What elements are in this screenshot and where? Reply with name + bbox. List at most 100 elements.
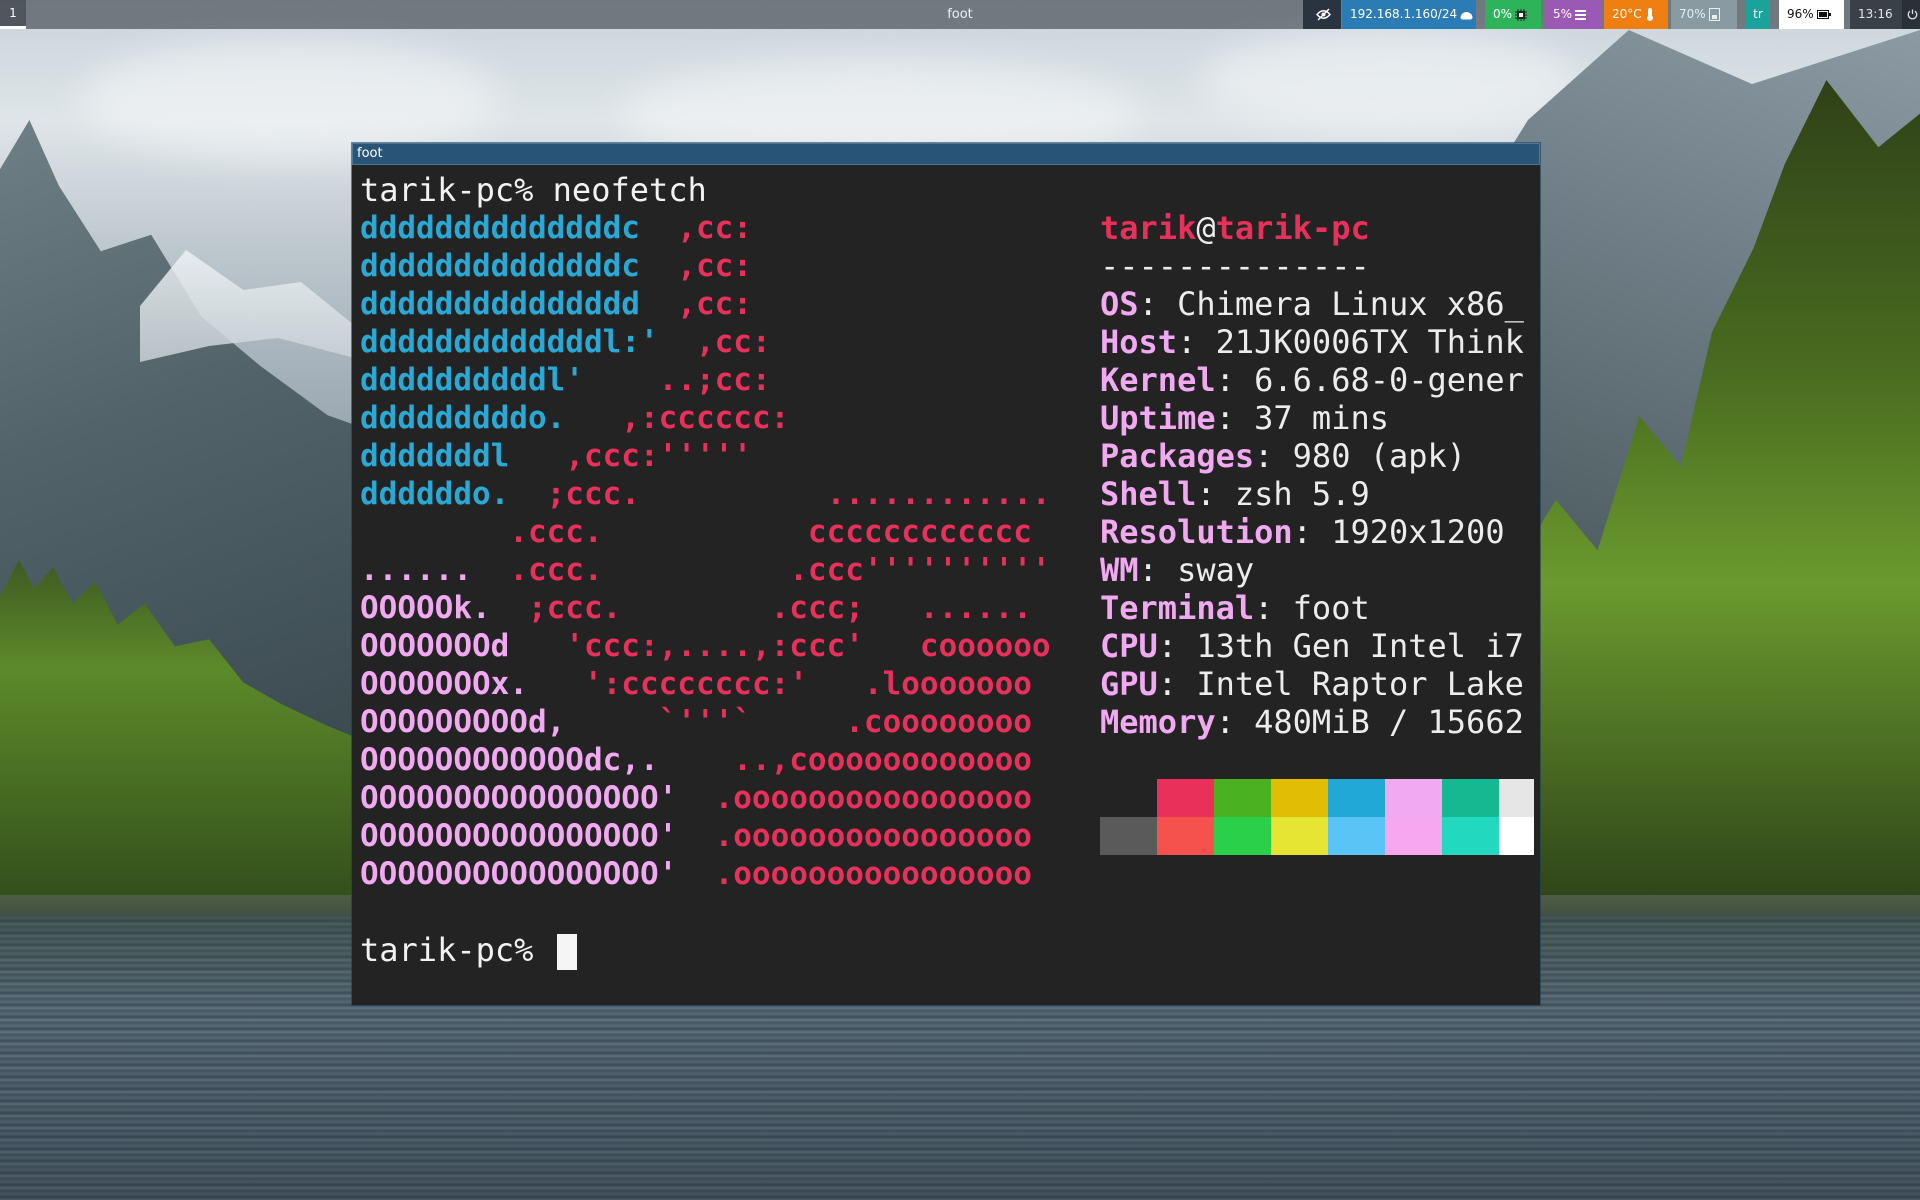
logo-segment: dddddddddddddl:': [360, 324, 696, 360]
keyboard-layout[interactable]: tr: [1746, 0, 1770, 29]
color-swatch: [1385, 779, 1442, 817]
logo-segment: OOOOOOOOOd,: [360, 704, 659, 740]
logo-line: .ccc. cccccccccccc: [360, 513, 1032, 551]
info-row: Uptime: 37 mins: [1100, 399, 1389, 437]
info-value: : Chimera Linux x86_: [1138, 285, 1524, 323]
info-user: tarik: [1100, 209, 1197, 247]
info-value: : 6.6.68-0-gener: [1215, 361, 1524, 399]
window-title: foot: [357, 146, 383, 161]
info-value: : foot: [1254, 589, 1370, 627]
info-row: Memory: 480MiB / 15662: [1100, 703, 1524, 741]
color-swatch: [1442, 817, 1499, 855]
color-swatch: [1385, 817, 1442, 855]
info-row: OS: Chimera Linux x86_: [1100, 285, 1524, 323]
color-swatch: [1214, 779, 1271, 817]
logo-segment: .oooooooooooooooo: [714, 856, 1032, 892]
logo-line: OOOOOOOd 'ccc:,....,:ccc' coooooo: [360, 627, 1051, 665]
logo-segment: ddddddddddddddd: [360, 286, 678, 322]
prompt-text: tarik-pc%: [360, 931, 553, 969]
privacy-indicator[interactable]: [1303, 0, 1341, 29]
memory-icon: [1572, 7, 1587, 21]
logo-line: dddddddddddddl:' ,cc:: [360, 323, 771, 361]
backlight-value: 70%: [1679, 7, 1706, 21]
logo-segment: ;ccc. ............: [546, 476, 1051, 512]
logo-line: ddddddddddddddc ,cc:: [360, 247, 752, 285]
logo-line: ddddddddddddddd ,cc:: [360, 285, 752, 323]
logo-segment: dddddddl: [360, 438, 566, 474]
power-icon: [1904, 7, 1918, 21]
logo-line: ...... .ccc. .ccc'''''''''': [360, 551, 1051, 589]
logo-line: ddddddddddddddc ,cc:: [360, 209, 752, 247]
terminal-window[interactable]: foot tarik-pc% neofetch ddddddddddddddc …: [352, 143, 1540, 1005]
logo-line: OOOOOOOOOOOOOOOO' .oooooooooooooooo: [360, 779, 1032, 817]
info-row: Terminal: foot: [1100, 589, 1370, 627]
clock[interactable]: 13:16: [1850, 0, 1902, 29]
logo-line: dddddddl ,ccc:''''': [360, 437, 752, 475]
prompt-line[interactable]: tarik-pc%: [360, 931, 577, 970]
color-swatch: [1499, 779, 1534, 817]
user-host-line: tarik@tarik-pc: [1100, 209, 1370, 247]
battery-module[interactable]: 96%: [1779, 0, 1844, 29]
logo-line: OOOOOOOOOd, `'''` .coooooooo: [360, 703, 1032, 741]
info-key: Resolution: [1100, 513, 1293, 551]
info-value: : sway: [1138, 551, 1255, 589]
network-module[interactable]: 192.168.1.160/24: [1342, 0, 1476, 29]
logo-line: ddddddo. ;ccc. ............: [360, 475, 1051, 513]
color-swatch: [1214, 817, 1271, 855]
info-host: tarik-pc: [1215, 209, 1370, 247]
backlight-icon: [1706, 7, 1720, 21]
logo-segment: .oooooooooooooooo: [714, 818, 1032, 854]
color-swatch: [1442, 779, 1499, 817]
info-key: GPU: [1100, 665, 1158, 703]
color-swatch: [1271, 817, 1328, 855]
logo-segment: ,cc:: [677, 248, 752, 284]
logo-segment: `'''` .coooooooo: [658, 704, 1032, 740]
network-icon: [1457, 7, 1473, 21]
logo-line: dddddddddo. ,:cccccc:: [360, 399, 789, 437]
color-swatch: [1157, 817, 1214, 855]
info-key: Memory: [1100, 703, 1216, 741]
logo-segment: ,cc:: [677, 286, 752, 322]
logo-segment: ,:cccccc:: [621, 400, 790, 436]
info-key: Kernel: [1100, 361, 1216, 399]
info-key: Host: [1100, 323, 1178, 361]
logo-segment: ,ccc:''''': [565, 438, 752, 474]
cpu-module[interactable]: 0%: [1485, 0, 1541, 29]
info-key: CPU: [1100, 627, 1158, 665]
battery-icon: [1814, 7, 1831, 21]
info-key: Terminal: [1100, 589, 1255, 627]
info-value: : 1920x1200: [1292, 513, 1505, 551]
window-titlebar[interactable]: foot: [352, 143, 1540, 165]
workspace-button[interactable]: 1: [0, 0, 26, 29]
logo-line: OOOOOOOOOOOOdc,. ..,coooooooooooo: [360, 741, 1032, 779]
eye-off-icon: [1313, 7, 1331, 21]
info-row: Kernel: 6.6.68-0-gener: [1100, 361, 1524, 399]
wallpaper-cloud: [80, 40, 500, 160]
info-row: CPU: 13th Gen Intel i7: [1100, 627, 1524, 665]
temperature-value: 20°C: [1612, 7, 1642, 21]
logo-segment: ;ccc. .ccc; ......: [527, 590, 1032, 626]
logo-line: OOOOOk. ;ccc. .ccc; ......: [360, 589, 1032, 627]
memory-module[interactable]: 5%: [1545, 0, 1601, 29]
logo-segment: .ccc. .ccc'''''''''': [509, 552, 1051, 588]
temperature-module[interactable]: 20°C: [1604, 0, 1668, 29]
color-swatch: [1100, 779, 1157, 817]
memory-usage: 5%: [1553, 7, 1573, 21]
cpu-usage: 0%: [1493, 7, 1513, 21]
info-key: OS: [1100, 285, 1139, 323]
text-cursor: [556, 934, 577, 970]
thermometer-icon: [1642, 7, 1655, 21]
color-swatch: [1328, 817, 1385, 855]
logo-segment: .ccc. cccccccccccc: [360, 514, 1032, 550]
info-value: : 480MiB / 15662: [1215, 703, 1524, 741]
color-swatch: [1157, 779, 1214, 817]
info-value: : zsh 5.9: [1196, 475, 1370, 513]
logo-line: OOOOOOOOOOOOOOOO' .oooooooooooooooo: [360, 817, 1032, 855]
power-button[interactable]: [1902, 0, 1920, 29]
terminal-content[interactable]: tarik-pc% neofetch ddddddddddddddc ,cc: d…: [358, 165, 1534, 999]
logo-segment: dddddddddo.: [360, 400, 622, 436]
info-separator: --------------: [1100, 247, 1370, 285]
command-line: tarik-pc% neofetch: [360, 171, 707, 209]
backlight-module[interactable]: 70%: [1671, 0, 1737, 29]
info-value: : 13th Gen Intel i7: [1157, 627, 1524, 665]
